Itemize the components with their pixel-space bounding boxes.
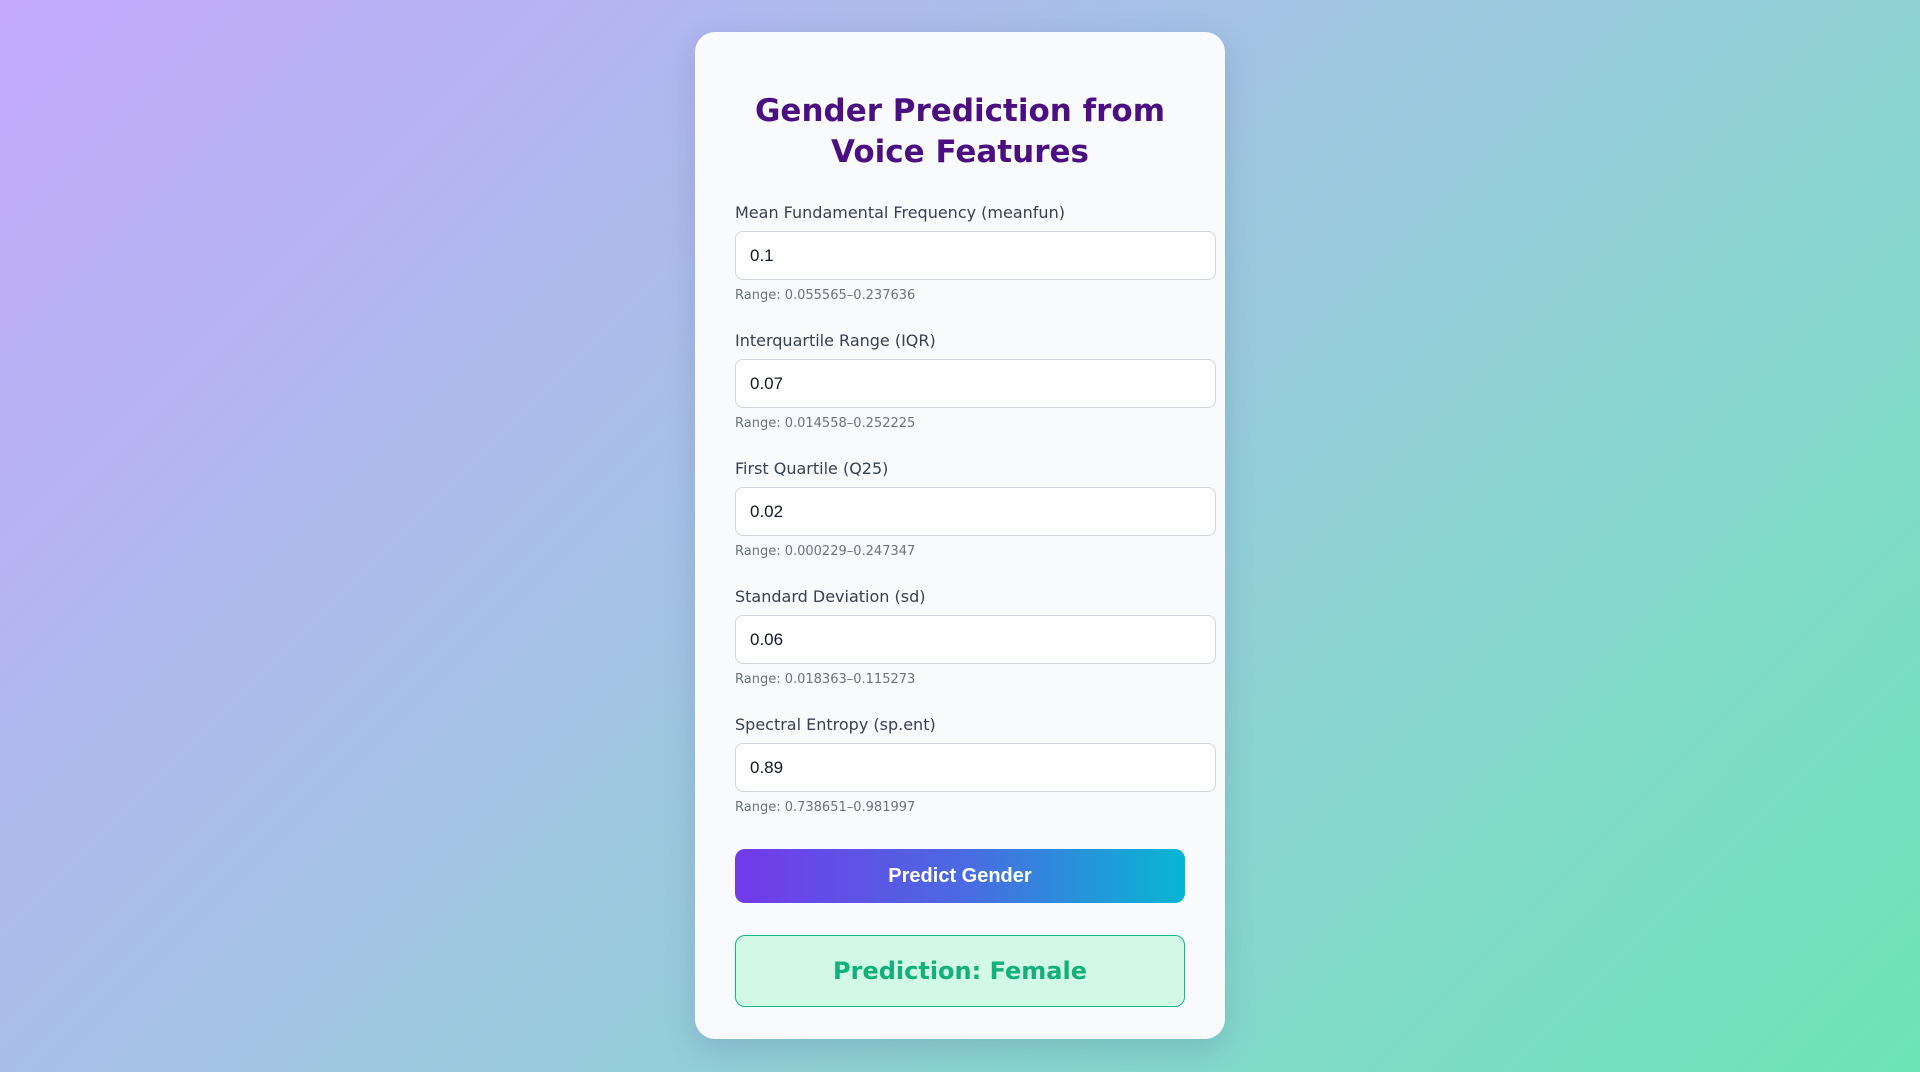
spent-range-hint: Range: 0.738651–0.981997 [735, 800, 916, 815]
spent-label: Spectral Entropy (sp.ent) [735, 715, 936, 734]
field-iqr: Interquartile Range (IQR) Range: 0.01455… [735, 331, 1216, 459]
iqr-input[interactable] [735, 359, 1216, 408]
spent-input[interactable] [735, 743, 1216, 792]
iqr-label: Interquartile Range (IQR) [735, 331, 936, 350]
iqr-range-hint: Range: 0.014558–0.252225 [735, 416, 916, 431]
sd-label: Standard Deviation (sd) [735, 587, 926, 606]
field-spent: Spectral Entropy (sp.ent) Range: 0.73865… [735, 715, 1216, 843]
prediction-result-text: Prediction: Female [833, 957, 1087, 985]
prediction-result-box: Prediction: Female [735, 935, 1185, 1007]
q25-range-hint: Range: 0.000229–0.247347 [735, 544, 916, 559]
meanfun-range-hint: Range: 0.055565–0.237636 [735, 288, 916, 303]
meanfun-input[interactable] [735, 231, 1216, 280]
q25-label: First Quartile (Q25) [735, 459, 889, 478]
field-sd: Standard Deviation (sd) Range: 0.018363–… [735, 587, 1216, 715]
q25-input[interactable] [735, 487, 1216, 536]
predict-gender-button[interactable]: Predict Gender [735, 849, 1185, 903]
sd-range-hint: Range: 0.018363–0.115273 [735, 672, 916, 687]
page-title: Gender Prediction from Voice Features [754, 93, 1166, 170]
feature-form: Mean Fundamental Frequency (meanfun) Ran… [735, 203, 1216, 1007]
prediction-card: Gender Prediction from Voice Features Me… [695, 32, 1225, 1039]
field-meanfun: Mean Fundamental Frequency (meanfun) Ran… [735, 203, 1216, 331]
field-q25: First Quartile (Q25) Range: 0.000229–0.2… [735, 459, 1216, 587]
meanfun-label: Mean Fundamental Frequency (meanfun) [735, 203, 1065, 222]
sd-input[interactable] [735, 615, 1216, 664]
